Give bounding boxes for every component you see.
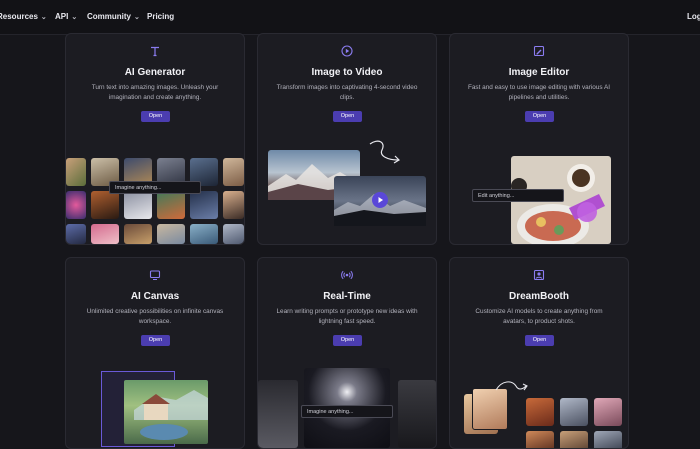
- canvas-image: [124, 380, 208, 444]
- card-image-editor[interactable]: Image Editor Fast and easy to use image …: [449, 33, 629, 245]
- prompt-input[interactable]: Imagine anything...: [109, 181, 201, 194]
- image-edit-icon: [450, 44, 628, 62]
- card-description: Customize AI models to create anything f…: [475, 308, 603, 325]
- arrow-icon: [368, 138, 404, 173]
- open-button[interactable]: Open: [333, 335, 362, 346]
- generated-image-thumb: [190, 224, 218, 244]
- login-link[interactable]: Log: [687, 12, 700, 21]
- generated-image-thumb: [66, 191, 86, 219]
- generated-image-thumb: [157, 191, 185, 219]
- open-button[interactable]: Open: [525, 335, 554, 346]
- generated-image-thumb: [223, 224, 244, 244]
- broadcast-icon: [258, 268, 436, 286]
- play-button[interactable]: [372, 192, 388, 208]
- card-real-time[interactable]: Real-Time Learn writing prompts or proto…: [257, 257, 437, 449]
- avatar-result: [594, 431, 622, 448]
- nav-item-community[interactable]: Community ⌄: [87, 12, 140, 21]
- nav-item-api[interactable]: API ⌄: [55, 12, 77, 21]
- card-description: Learn writing prompts or prototype new i…: [276, 308, 418, 325]
- open-button[interactable]: Open: [141, 335, 170, 346]
- card-description: Turn text into amazing images. Unleash y…: [91, 84, 219, 101]
- portrait-icon: [450, 268, 628, 286]
- nav-item-pricing[interactable]: Pricing: [147, 12, 174, 21]
- avatar-result: [526, 431, 554, 448]
- prompt-input[interactable]: Imagine anything...: [301, 405, 393, 418]
- avatar-result: [560, 431, 588, 448]
- realtime-image-left: [258, 380, 298, 448]
- card-description: Fast and easy to use image editing with …: [467, 84, 611, 101]
- open-button[interactable]: Open: [525, 111, 554, 122]
- realtime-image-right: [398, 380, 436, 448]
- edit-prompt-input[interactable]: Edit anything...: [472, 189, 564, 202]
- arrow-icon: [494, 376, 530, 401]
- generated-image-thumb: [190, 191, 218, 219]
- card-description: Unlimited creative possibilities on infi…: [86, 308, 224, 325]
- card-ai-generator[interactable]: AI Generator Turn text into amazing imag…: [65, 33, 245, 245]
- monitor-icon: [66, 268, 244, 286]
- avatar-result: [560, 398, 588, 426]
- chevron-down-icon: ⌄: [134, 14, 140, 21]
- chevron-down-icon: ⌄: [40, 14, 47, 21]
- generated-image-thumb: [223, 191, 244, 219]
- generated-image-thumb: [91, 224, 119, 244]
- generated-image-thumb: [124, 191, 152, 219]
- card-dreambooth[interactable]: DreamBooth Customize AI models to create…: [449, 257, 629, 449]
- avatar-result: [526, 398, 554, 426]
- chevron-down-icon: ⌄: [71, 14, 78, 21]
- open-button[interactable]: Open: [141, 111, 170, 122]
- card-title: Image Editor: [508, 67, 570, 78]
- card-title: Image to Video: [311, 67, 383, 78]
- card-title: AI Canvas: [130, 291, 180, 302]
- nav-item-resources[interactable]: Resources ⌄: [0, 12, 47, 21]
- generated-image-thumb: [223, 158, 244, 186]
- generated-image-thumb: [157, 224, 185, 244]
- card-title: DreamBooth: [508, 291, 569, 302]
- play-circle-icon: [258, 44, 436, 62]
- generated-image-thumb: [66, 224, 86, 244]
- text-icon: [66, 44, 244, 62]
- open-button[interactable]: Open: [333, 111, 362, 122]
- avatar-result: [594, 398, 622, 426]
- generated-image-thumb: [124, 224, 152, 244]
- card-title: AI Generator: [124, 67, 186, 78]
- generated-image-thumb: [66, 158, 86, 186]
- card-title: Real-Time: [323, 291, 371, 302]
- generated-image-thumb: [91, 191, 119, 219]
- card-ai-canvas[interactable]: AI Canvas Unlimited creative possibiliti…: [65, 257, 245, 449]
- top-nav: Resources ⌄ API ⌄ Community ⌄ Pricing Log: [0, 0, 700, 35]
- card-image-to-video[interactable]: Image to Video Transform images into cap…: [257, 33, 437, 245]
- card-description: Transform images into captivating 4-seco…: [276, 84, 418, 101]
